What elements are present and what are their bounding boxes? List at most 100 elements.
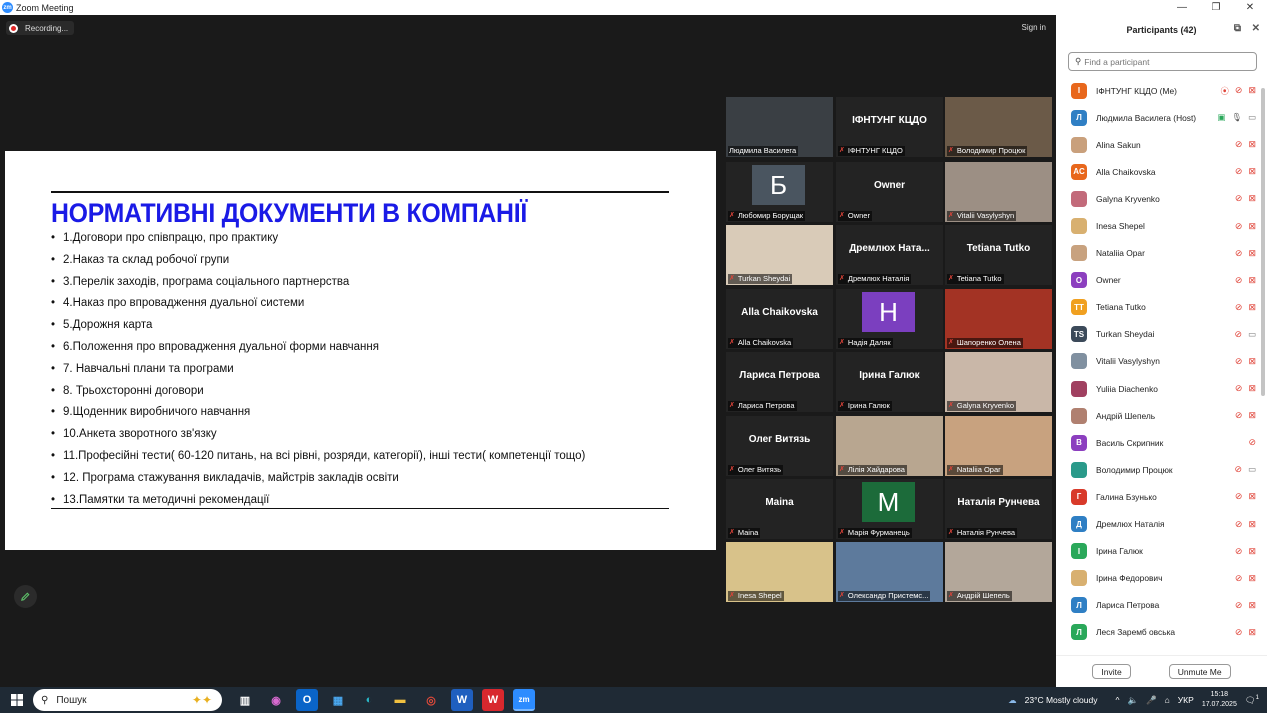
network-icon[interactable]: ⌂	[1165, 695, 1170, 705]
participant-row[interactable]: В Василь Скрипник ⊘	[1056, 429, 1259, 456]
video-tile[interactable]: ✗ Inesa Shepel	[726, 542, 833, 602]
minimize-icon[interactable]: —	[1165, 0, 1199, 15]
mic-muted-icon: ✗	[729, 212, 735, 219]
participant-row[interactable]: І Ірина Галюк ⊘ ⊠	[1056, 538, 1259, 565]
video-tile[interactable]: ✗ Шапоренко Олена	[945, 289, 1052, 349]
video-tile[interactable]: Maina ✗ Maina	[726, 479, 833, 539]
participant-row[interactable]: Д Дремлюх Наталія ⊘ ⊠	[1056, 511, 1259, 538]
participant-row[interactable]: Alina Sakun ⊘ ⊠	[1056, 131, 1259, 158]
video-tile[interactable]: ✗ Nataliia Opar	[945, 416, 1052, 476]
weather-text[interactable]: 23°C Mostly cloudy	[1025, 695, 1098, 705]
video-tile[interactable]: Tetiana Tutko ✗ Tetiana Tutko	[945, 225, 1052, 285]
tile-name: Надія Даляк	[847, 338, 891, 347]
zoom-taskbar-icon[interactable]: zm	[513, 689, 535, 711]
volume-icon[interactable]: 🔈	[1127, 695, 1138, 706]
video-tile[interactable]: ✗ Олександр Пристемс...	[836, 542, 943, 602]
video-tile[interactable]: Дремлюх Ната... ✗ Дремлюх Наталія	[836, 225, 943, 285]
participant-row[interactable]: Vitalii Vasylyshyn ⊘ ⊠	[1056, 348, 1259, 375]
participant-row[interactable]: Nataliia Opar ⊘ ⊠	[1056, 240, 1259, 267]
participant-row[interactable]: Ірина Федорович ⊘ ⊠	[1056, 565, 1259, 592]
recording-indicator[interactable]: Recording...	[6, 21, 75, 35]
participants-scrollbar[interactable]	[1261, 88, 1265, 396]
camera-on-icon: ▭	[1248, 328, 1256, 339]
participant-status-icons: ⊘ ⊠	[1235, 410, 1256, 421]
video-tile[interactable]: ✗ Андрій Шепель	[945, 542, 1052, 602]
task-view-icon[interactable]: ▥	[234, 689, 256, 711]
popout-icon[interactable]: ⧉	[1234, 23, 1241, 34]
participant-row[interactable]: AC Alla Chaikovska ⊘ ⊠	[1056, 158, 1259, 185]
video-tile[interactable]: ✗ Vitalii Vasylyshyn	[945, 162, 1052, 222]
participant-avatar: AC	[1071, 163, 1087, 180]
participant-row[interactable]: Galyna Kryvenko ⊘ ⊠	[1056, 185, 1259, 212]
participant-search[interactable]: ⚲	[1068, 52, 1257, 71]
participant-status-icons: ⊘ ⊠	[1235, 491, 1256, 502]
outlook-icon[interactable]: O	[296, 689, 318, 711]
tile-name-label: ✗ Galyna Kryvenko	[947, 401, 1016, 411]
camera-off-icon: ⊠	[1248, 247, 1256, 258]
wps-icon[interactable]: W	[482, 689, 504, 711]
slide-bullet: 10.Анкета зворотного зв'язку	[51, 427, 585, 449]
copilot-icon[interactable]: ◉	[265, 689, 287, 711]
video-tile[interactable]: ✗ Turkan Sheydai	[726, 225, 833, 285]
mic-muted-icon: ⊘	[1234, 247, 1243, 258]
participant-row[interactable]: Л Лариса Петрова ⊘ ⊠	[1056, 592, 1259, 619]
taskbar-search[interactable]: ⚲ Пошук ✦✦	[33, 689, 222, 711]
participant-row[interactable]: TT Tetiana Tutko ⊘ ⊠	[1056, 294, 1259, 321]
chrome-icon[interactable]: ◎	[420, 689, 442, 711]
video-tile[interactable]: Олег Витязь ✗ Олег Витязь	[726, 416, 833, 476]
windows-start-icon[interactable]	[3, 694, 31, 706]
participant-row[interactable]: Г Галина Бзунько ⊘ ⊠	[1056, 483, 1259, 510]
video-tile[interactable]: M ✗ Марія Фурманець	[836, 479, 943, 539]
store-icon[interactable]: ▦	[327, 689, 349, 711]
video-tile[interactable]: Наталія Рунчева ✗ Наталія Рунчева	[945, 479, 1052, 539]
tile-display-name: Tetiana Tutko	[966, 243, 1031, 254]
video-tile[interactable]: Alla Chaikovska ✗ Alla Chaikovska	[726, 289, 833, 349]
participant-row[interactable]: Андрій Шепель ⊘ ⊠	[1056, 402, 1259, 429]
video-tile[interactable]: Лариса Петрова ✗ Лариса Петрова	[726, 352, 833, 412]
window-title: Zoom Meeting	[16, 2, 74, 13]
close-panel-icon[interactable]: ✕	[1252, 23, 1260, 34]
file-explorer-icon[interactable]: ▬	[389, 689, 411, 711]
video-tile[interactable]: ✗ Galyna Kryvenko	[945, 352, 1052, 412]
word-icon[interactable]: W	[451, 689, 473, 711]
notifications-icon[interactable]: 🗨1	[1245, 695, 1259, 706]
participant-row[interactable]: Володимир Процюк ⊘ ▭	[1056, 456, 1259, 483]
unmute-me-button[interactable]: Unmute Me	[1168, 664, 1231, 679]
participant-search-input[interactable]	[1084, 56, 1245, 67]
edge-icon[interactable]: ◐	[358, 689, 380, 711]
video-tile[interactable]: Ірина Галюк ✗ Ірина Галюк	[836, 352, 943, 412]
participant-avatar	[1071, 461, 1087, 478]
participant-row[interactable]: O Owner ⊘ ⊠	[1056, 267, 1259, 294]
mic-muted-icon: ✗	[839, 402, 845, 409]
video-tile[interactable]: Б ✗ Любомир Борущак	[726, 162, 833, 222]
participant-row[interactable]: Inesa Shepel ⊘ ⊠	[1056, 212, 1259, 239]
video-tile[interactable]: ✗ Лілія Хайдарова	[836, 416, 943, 476]
video-tile[interactable]: ✗ Володимир Процюк	[945, 97, 1052, 157]
video-tile[interactable]: Owner ✗ Owner	[836, 162, 943, 222]
mic-muted-icon: ✗	[948, 592, 954, 599]
camera-off-icon: ⊠	[1248, 545, 1256, 556]
tray-chevron-icon[interactable]: ^	[1115, 695, 1119, 705]
annotate-pencil-icon[interactable]	[14, 585, 37, 608]
participants-title: Participants (42)	[1126, 25, 1197, 35]
tile-name-label: ✗ Любомир Борущак	[728, 211, 806, 221]
close-icon[interactable]: ✕	[1233, 0, 1267, 15]
participant-name: Дремлюх Наталія	[1096, 519, 1165, 530]
participant-row[interactable]: Л Леся Заремб овська ⊘ ⊠	[1056, 619, 1259, 646]
participant-row[interactable]: І ІФНТУНГ КЦДО (Me) ⦿ ⊘ ⊠	[1056, 77, 1259, 104]
video-tile[interactable]: H ✗ Надія Даляк	[836, 289, 943, 349]
clock[interactable]: 15:18 17.07.2025	[1202, 690, 1237, 710]
video-tile[interactable]: Людмила Василега	[726, 97, 833, 157]
restore-icon[interactable]: ❐	[1199, 0, 1233, 15]
mic-muted-icon: ✗	[729, 339, 735, 346]
invite-button[interactable]: Invite	[1092, 664, 1131, 679]
sign-in-link[interactable]: Sign in	[1022, 23, 1046, 32]
participant-row[interactable]: TS Turkan Sheydai ⊘ ▭	[1056, 321, 1259, 348]
mic-icon[interactable]: 🎤	[1146, 695, 1157, 706]
participant-row[interactable]: Yuliia Diachenko ⊘ ⊠	[1056, 375, 1259, 402]
participant-name: Людмила Василега (Host)	[1096, 112, 1197, 123]
video-tile[interactable]: ІФНТУНГ КЦДО ✗ ІФНТУНГ КЦДО	[836, 97, 943, 157]
participant-row[interactable]: Л Людмила Василега (Host) ▣ 🎙 ▭	[1056, 104, 1259, 131]
language-indicator[interactable]: УКР	[1178, 695, 1194, 705]
camera-off-icon: ⊠	[1248, 139, 1256, 150]
